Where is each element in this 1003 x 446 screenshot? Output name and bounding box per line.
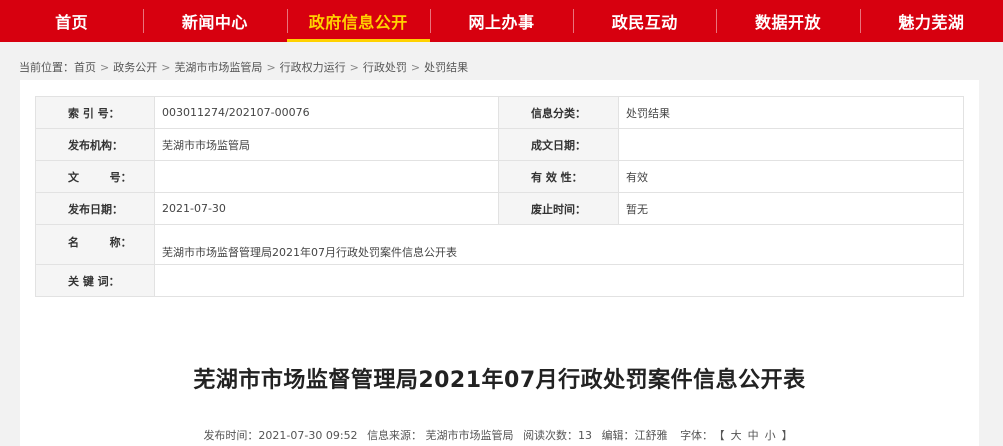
breadcrumb-market-bureau[interactable]: 芜湖市市场监管局 [174, 59, 262, 75]
nav-item-home[interactable]: 首页 [0, 0, 143, 42]
breadcrumb-separator: > [410, 60, 421, 74]
created-date-value [618, 128, 964, 161]
publish-date-value: 2021-07-30 [154, 192, 499, 225]
category-label: 信息分类： [498, 96, 619, 129]
font-size-bracket-close: 】 [781, 429, 793, 442]
breadcrumb-prefix: 当前位置： [19, 61, 74, 74]
breadcrumb-admin-power[interactable]: 行政权力运行 [280, 59, 346, 75]
article-title: 芜湖市市场监督管理局2021年07月行政处罚案件信息公开表 [193, 368, 806, 393]
nav-item-interaction[interactable]: 政民互动 [573, 0, 716, 42]
breadcrumb-separator: > [266, 60, 276, 74]
expiry-value: 暂无 [618, 192, 964, 225]
content-panel: 索 引 号： 003011274/202107-00076 信息分类： 处罚结果… [20, 80, 979, 446]
nav-item-online-services[interactable]: 网上办事 [429, 0, 573, 42]
nav-item-news[interactable]: 新闻中心 [143, 0, 286, 42]
index-label: 索 引 号： [35, 96, 155, 129]
breadcrumb-separator: > [349, 60, 359, 74]
article-info-bar: 发布时间：2021-07-30 09:52 信息来源： 芜湖市市场监管局 阅读次… [20, 427, 979, 443]
font-size-medium[interactable]: 中 [748, 429, 759, 442]
view-count: 阅读次数：13 [523, 429, 593, 442]
metadata-row: 索 引 号： 003011274/202107-00076 信息分类： 处罚结果 [35, 96, 964, 129]
publisher-label: 发布机构： [35, 128, 155, 161]
category-value: 处罚结果 [618, 96, 964, 129]
validity-value: 有效 [618, 160, 964, 193]
doc-number-label: 文 号： [35, 160, 155, 193]
font-size-large[interactable]: 大 [731, 429, 742, 442]
editor: 编辑：江舒雅 [601, 429, 668, 442]
breadcrumb-separator: > [161, 60, 171, 74]
name-label: 名 称： [35, 224, 155, 265]
nav-item-charm-wuhu[interactable]: 魅力芜湖 [859, 0, 1003, 42]
breadcrumb-separator: > [100, 60, 110, 74]
top-navigation: 首页 新闻中心 政府信息公开 网上办事 政民互动 数据开放 魅力芜湖 [0, 0, 1003, 42]
font-size-control: 字体： 【大中小】 [677, 429, 796, 442]
breadcrumb-penalty-results[interactable]: 处罚结果 [424, 59, 468, 75]
metadata-row: 名 称： 芜湖市市场监督管理局2021年07月行政处罚案件信息公开表 [35, 224, 964, 265]
publish-date-label: 发布日期： [35, 192, 155, 225]
name-value: 芜湖市市场监督管理局2021年07月行政处罚案件信息公开表 [154, 224, 964, 265]
breadcrumb: 当前位置： 首页 > 政务公开 > 芜湖市市场监管局 > 行政权力运行 > 行政… [0, 56, 1003, 78]
info-source: 信息来源： 芜湖市市场监管局 [367, 429, 514, 442]
breadcrumb-home[interactable]: 首页 [74, 59, 96, 75]
font-size-small[interactable]: 小 [765, 429, 776, 442]
breadcrumb-gov-affairs[interactable]: 政务公开 [113, 59, 157, 75]
created-date-label: 成文日期： [498, 128, 619, 161]
publish-time: 发布时间：2021-07-30 09:52 [203, 429, 358, 442]
nav-item-gov-info[interactable]: 政府信息公开 [286, 0, 431, 42]
metadata-row: 发布日期： 2021-07-30 废止时间： 暂无 [35, 192, 964, 225]
keywords-value [154, 264, 964, 297]
nav-item-open-data[interactable]: 数据开放 [716, 0, 859, 42]
metadata-row: 关 键 词： [35, 264, 964, 297]
doc-number-value [154, 160, 499, 193]
metadata-table: 索 引 号： 003011274/202107-00076 信息分类： 处罚结果… [35, 96, 964, 297]
publisher-value: 芜湖市市场监管局 [154, 128, 499, 161]
metadata-row: 文 号： 有 效 性： 有效 [35, 160, 964, 193]
keywords-label: 关 键 词： [35, 264, 155, 297]
validity-label: 有 效 性： [498, 160, 619, 193]
breadcrumb-admin-penalty[interactable]: 行政处罚 [363, 59, 407, 75]
font-size-bracket-open: 【 [719, 429, 725, 442]
index-value: 003011274/202107-00076 [154, 96, 499, 129]
expiry-label: 废止时间： [498, 192, 619, 225]
metadata-row: 发布机构： 芜湖市市场监管局 成文日期： [35, 128, 964, 161]
font-size-label: 字体： [680, 429, 714, 442]
